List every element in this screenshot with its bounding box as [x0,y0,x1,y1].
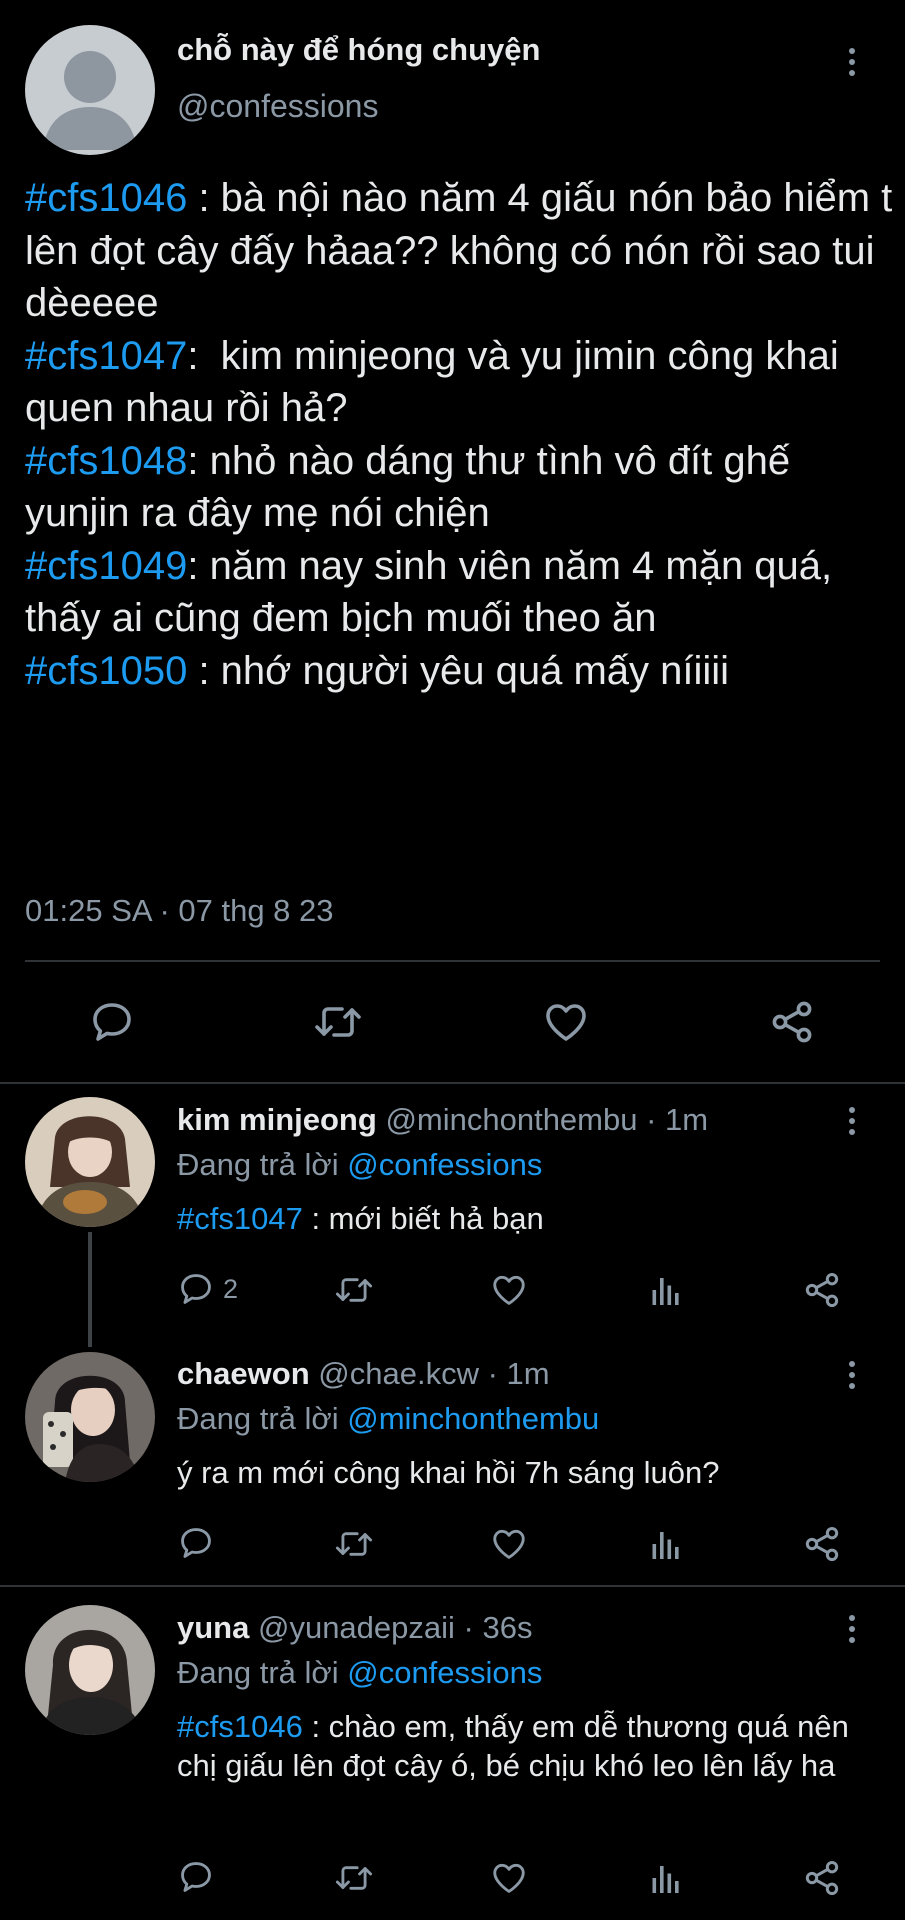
reply-text: #cfs1046 : chào em, thấy em dễ thương qu… [177,1707,877,1785]
retweet-icon[interactable] [333,1525,375,1563]
reply-text-content: ý ra m mới công khai hồi 7h sáng luôn? [177,1455,720,1490]
hashtag-link[interactable]: #cfs1046 [25,176,187,220]
like-icon[interactable] [541,998,591,1046]
tweet-line: #cfs1050 : nhớ người yêu quá mấy níiiii [25,645,895,698]
reply-display-name[interactable]: chaewon [177,1356,310,1391]
like-icon[interactable] [489,1859,529,1897]
like-icon[interactable] [489,1271,529,1309]
hashtag-link[interactable]: #cfs1049 [25,544,187,588]
reply-icon[interactable] [177,1524,215,1562]
views-icon[interactable] [648,1526,684,1562]
more-options-icon[interactable] [847,48,857,76]
section-divider [0,1082,905,1084]
replying-to: Đang trả lời @minchonthembu [177,1401,599,1437]
section-divider [0,1585,905,1587]
reply-icon[interactable] [88,998,136,1046]
divider [25,960,880,962]
hashtag-link[interactable]: #cfs1046 [177,1709,303,1744]
display-name[interactable]: chỗ này để hóng chuyện [177,32,540,68]
default-avatar-icon [43,51,137,150]
reply-button[interactable]: 2 [177,1270,238,1308]
share-icon[interactable] [768,998,816,1046]
tweet-line: #cfs1048: nhỏ nào dáng thư tình vô đít g… [25,435,895,540]
thread-line [88,1232,92,1347]
tweet-line: #cfs1047: kim minjeong và yu jimin công … [25,330,895,435]
hashtag-link[interactable]: #cfs1050 [25,649,187,693]
tweet-line: #cfs1049: năm nay sinh viên năm 4 mặn qu… [25,540,895,645]
reply-time: · 1m [646,1102,709,1137]
reply-handle[interactable]: @chae.kcw [318,1356,479,1391]
replying-label: Đang trả lời [177,1401,348,1436]
reply-time: · 1m [487,1356,550,1391]
more-options-icon[interactable] [847,1361,857,1389]
views-icon[interactable] [648,1860,684,1896]
reply-text-content: : mới biết hả bạn [302,1201,544,1236]
retweet-icon[interactable] [312,998,364,1046]
timestamp[interactable]: 01:25 SA · 07 thg 8 23 [25,893,334,929]
handle[interactable]: @confessions [177,88,378,125]
reply-handle[interactable]: @minchonthembu [385,1102,637,1137]
like-icon[interactable] [489,1525,529,1563]
hashtag-link[interactable]: #cfs1048 [25,439,187,483]
replying-to: Đang trả lời @confessions [177,1655,542,1691]
reply-text: ý ra m mới công khai hồi 7h sáng luôn? [177,1453,877,1492]
share-icon[interactable] [802,1858,842,1898]
share-icon[interactable] [802,1524,842,1564]
hashtag-link[interactable]: #cfs1047 [25,334,187,378]
mention-link[interactable]: @confessions [347,1147,542,1182]
reply-display-name[interactable]: yuna [177,1610,249,1645]
avatar-yuna[interactable] [25,1605,155,1735]
tweet-line-text: : nhớ người yêu quá mấy níiiii [187,648,730,693]
reply-count: 2 [223,1273,239,1304]
more-options-icon[interactable] [847,1107,857,1135]
avatar-chaewon[interactable] [25,1352,155,1482]
hashtag-link[interactable]: #cfs1047 [177,1201,303,1236]
reply-time: · 36s [463,1610,533,1645]
avatar-kim-minjeong[interactable] [25,1097,155,1227]
reply-header: yuna @yunadepzaii · 36s [177,1610,532,1646]
mention-link[interactable]: @minchonthembu [347,1401,599,1436]
more-options-icon[interactable] [847,1615,857,1643]
replying-label: Đang trả lời [177,1147,348,1182]
reply-icon [181,1274,211,1304]
views-icon[interactable] [648,1272,684,1308]
retweet-icon[interactable] [333,1859,375,1897]
mention-link[interactable]: @confessions [347,1655,542,1690]
tweet-text: #cfs1046 : bà nội nào năm 4 giấu nón bảo… [25,172,895,697]
share-icon[interactable] [802,1270,842,1310]
replying-label: Đang trả lời [177,1655,348,1690]
reply-text: #cfs1047 : mới biết hả bạn [177,1199,877,1238]
replying-to: Đang trả lời @confessions [177,1147,542,1183]
reply-icon[interactable] [177,1858,215,1896]
tweet-line: #cfs1046 : bà nội nào năm 4 giấu nón bảo… [25,172,895,330]
avatar-confessions[interactable] [25,25,155,155]
reply-header: kim minjeong @minchonthembu · 1m [177,1102,708,1138]
retweet-icon[interactable] [333,1271,375,1309]
reply-handle[interactable]: @yunadepzaii [258,1610,455,1645]
reply-header: chaewon @chae.kcw · 1m [177,1356,550,1392]
reply-display-name[interactable]: kim minjeong [177,1102,377,1137]
